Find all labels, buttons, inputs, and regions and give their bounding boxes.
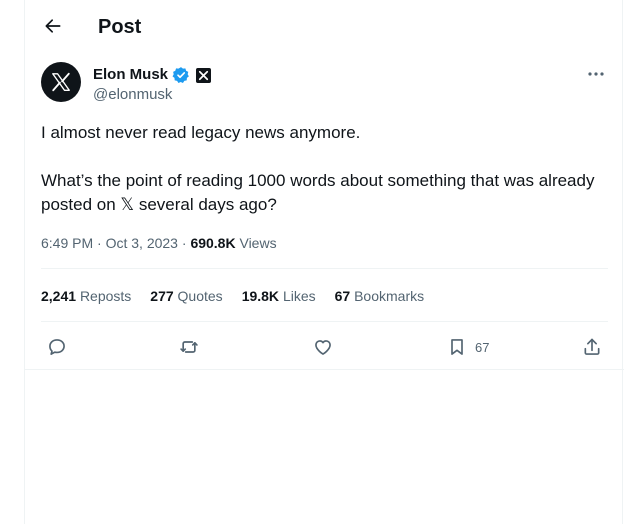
tweet-text: I almost never read legacy news anymore.…	[41, 121, 608, 217]
bookmark-button[interactable]: 67	[447, 333, 489, 361]
handle[interactable]: @elonmusk	[93, 86, 172, 104]
stat-likes[interactable]: 19.8K Likes	[242, 287, 316, 305]
repost-button[interactable]	[179, 333, 199, 361]
engagement-stats: 2,241 Reposts 277 Quotes 19.8K Likes 67 …	[41, 287, 443, 305]
divider	[41, 321, 608, 322]
x-logo-icon	[52, 72, 70, 92]
tweet-time[interactable]: 6:49 PM	[41, 235, 93, 251]
views-label: Views	[239, 235, 277, 251]
post-header: Post	[25, 0, 622, 53]
meta-separator: ·	[181, 235, 187, 251]
tweet-paragraph: I almost never read legacy news anymore.	[41, 123, 361, 142]
stat-reposts[interactable]: 2,241 Reposts	[41, 287, 131, 305]
x-affiliate-badge-icon[interactable]	[196, 67, 212, 83]
arrow-left-icon	[45, 19, 61, 33]
bookmark-count: 67	[475, 339, 490, 355]
views-count: 690.8K	[190, 235, 236, 251]
heart-icon	[315, 340, 331, 355]
tweet-date[interactable]: Oct 3, 2023	[106, 235, 178, 251]
stat-bookmarks[interactable]: 67 Bookmarks	[335, 287, 425, 305]
share-button[interactable]	[582, 333, 602, 361]
reply-button[interactable]	[47, 333, 67, 361]
more-options-button[interactable]	[584, 64, 608, 84]
reply-icon	[49, 339, 65, 355]
verified-badge-icon[interactable]	[172, 66, 190, 84]
page-title: Post	[98, 16, 142, 38]
tweet-paragraph: What’s the point of reading 1000 words a…	[41, 171, 595, 214]
divider	[25, 369, 624, 370]
avatar[interactable]	[41, 62, 81, 102]
author-row: Elon Musk @elonmusk	[41, 62, 608, 106]
back-button[interactable]	[37, 10, 69, 42]
name-line: Elon Musk	[93, 66, 212, 84]
share-icon	[584, 338, 600, 355]
meta-separator: ·	[97, 235, 102, 251]
post-column: Post Elon Musk @elonmusk I almost never …	[24, 0, 624, 524]
repost-icon	[180, 341, 198, 353]
like-button[interactable]	[313, 333, 333, 361]
bookmark-icon	[451, 339, 463, 355]
stat-quotes[interactable]: 277 Quotes	[150, 287, 222, 305]
action-bar: 67	[41, 333, 608, 361]
divider	[41, 268, 608, 269]
more-horizontal-icon	[588, 72, 604, 76]
display-name[interactable]: Elon Musk	[93, 66, 168, 84]
tweet-meta: 6:49 PM · Oct 3, 2023 · 690.8K Views	[41, 234, 277, 252]
